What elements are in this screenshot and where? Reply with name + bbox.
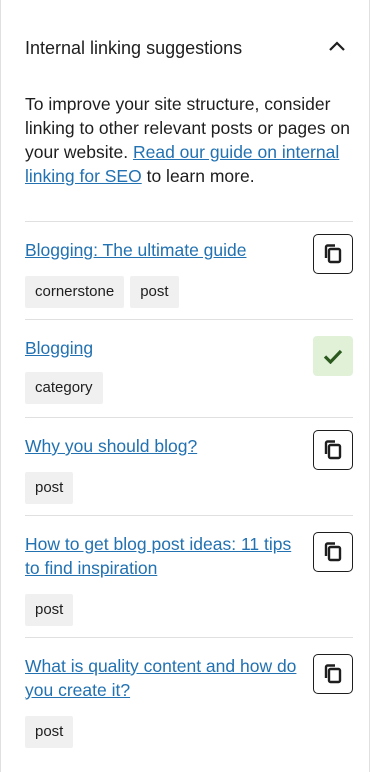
copied-status-button[interactable] (313, 336, 353, 376)
tag-badge: post (25, 472, 74, 504)
suggestion-item: Blogging: The ultimate guide cornerstone… (25, 221, 353, 320)
suggestion-link[interactable]: Why you should blog? (25, 434, 305, 458)
copy-link-button[interactable] (313, 234, 353, 274)
intro-text-after: to learn more. (146, 166, 255, 186)
suggestion-item: What is quality content and how do you c… (25, 637, 353, 760)
suggestion-link[interactable]: How to get blog post ideas: 11 tips to f… (25, 532, 305, 580)
copy-link-button[interactable] (313, 654, 353, 694)
copy-icon (324, 542, 342, 562)
suggestion-tags: post (25, 716, 74, 748)
suggestion-item: Blogging category (25, 319, 353, 418)
tag-badge: post (130, 276, 179, 308)
checkmark-icon (323, 349, 343, 364)
chevron-up-icon (329, 41, 345, 51)
panel-header[interactable]: Internal linking suggestions (25, 20, 353, 72)
suggestion-link[interactable]: Blogging (25, 336, 305, 360)
copy-link-button[interactable] (313, 430, 353, 470)
copy-link-button[interactable] (313, 532, 353, 572)
copy-icon (324, 664, 342, 684)
suggestion-item: Why you should blog? post (25, 417, 353, 516)
collapse-toggle-button[interactable] (323, 32, 351, 60)
suggestion-tags: category (25, 372, 103, 404)
suggestion-tags: post (25, 472, 74, 504)
panel-title: Internal linking suggestions (25, 37, 243, 58)
suggestion-item: How to get blog post ideas: 11 tips to f… (25, 515, 353, 638)
intro-text: To improve your site structure, consider… (25, 92, 355, 188)
internal-linking-panel: Internal linking suggestions To improve … (0, 0, 370, 772)
tag-badge: cornerstone (25, 276, 125, 308)
suggestion-tags: cornerstone post (25, 276, 179, 308)
copy-icon (324, 244, 342, 264)
suggestion-tags: post (25, 594, 74, 626)
copy-icon (324, 440, 342, 460)
tag-badge: post (25, 716, 74, 748)
suggestion-link[interactable]: What is quality content and how do you c… (25, 654, 305, 702)
tag-badge: post (25, 594, 74, 626)
suggestion-link[interactable]: Blogging: The ultimate guide (25, 238, 305, 262)
tag-badge: category (25, 372, 103, 404)
